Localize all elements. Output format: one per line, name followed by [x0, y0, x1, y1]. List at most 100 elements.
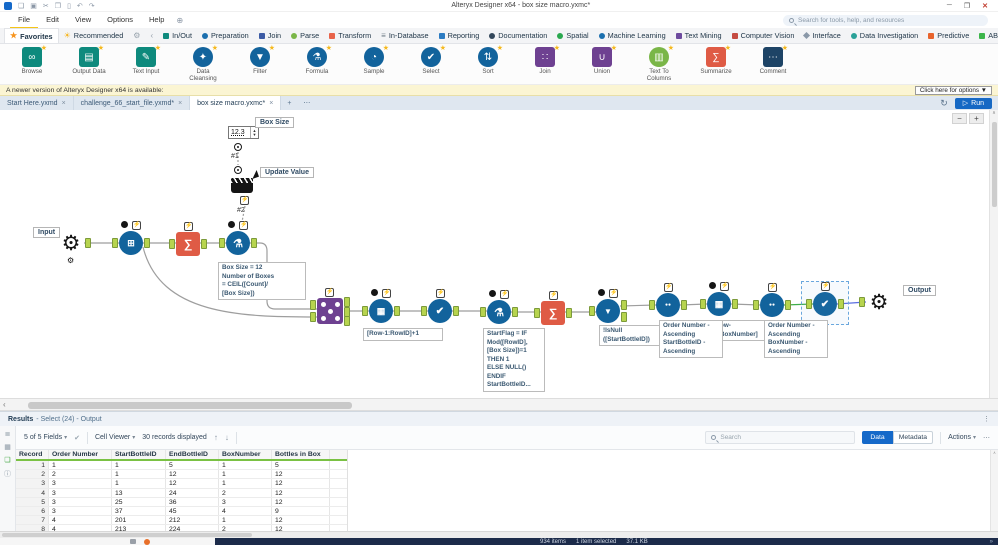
output-anchor[interactable]	[453, 306, 459, 316]
category-tab-join[interactable]: Join	[254, 28, 286, 43]
tab-overflow-button[interactable]: ⋯	[297, 96, 316, 110]
palette-tool-text-input[interactable]: ✎ ★ Text Input	[124, 45, 168, 75]
input-anchor[interactable]	[589, 306, 595, 316]
output-anchor[interactable]	[681, 300, 687, 310]
palette-tool-browse[interactable]: ∞ ★ Browse	[10, 45, 54, 75]
paste-icon[interactable]: ▯	[67, 2, 71, 10]
table-row[interactable]: 5 3 25 36 3 12	[16, 497, 347, 507]
ellipsis-icon[interactable]: ⋯	[983, 434, 990, 442]
canvas-horizontal-scrollbar[interactable]: ‹	[0, 398, 998, 411]
column-header-startbottleid[interactable]: StartBottleID	[112, 450, 166, 459]
input-anchor[interactable]	[421, 306, 427, 316]
palette-tool-text-to-columns[interactable]: ▥ ★ Text To Columns	[637, 45, 681, 82]
menu-options[interactable]: Options	[99, 12, 141, 29]
multi-row-formula-tool-2[interactable]: ⚡ ▦	[700, 282, 738, 316]
copy-icon[interactable]: ❐	[55, 2, 61, 10]
output-anchor[interactable]	[621, 312, 627, 322]
cut-icon[interactable]: ✂	[43, 2, 49, 10]
output-anchor[interactable]	[512, 307, 518, 317]
input-anchor[interactable]	[310, 312, 316, 322]
scroll-up-icon[interactable]: ↑	[214, 433, 218, 442]
input-anchor[interactable]	[753, 300, 759, 310]
scrollbar-thumb[interactable]	[991, 122, 997, 207]
undo-icon[interactable]: ↶	[77, 2, 83, 10]
palette-tool-sample[interactable]: ◔ ★ Sample	[352, 45, 396, 75]
palette-tool-union[interactable]: ∪ ★ Union	[580, 45, 624, 75]
output-anchor[interactable]	[621, 300, 627, 310]
chevrons-right-icon[interactable]: »	[990, 539, 998, 545]
category-tab-machine-learning[interactable]: Machine Learning	[594, 28, 671, 43]
table-row[interactable]: 111515	[16, 461, 347, 471]
palette-tool-data-cleansing[interactable]: ✦ ★ Data Cleansing	[181, 45, 225, 82]
results-search-input[interactable]: Search	[705, 431, 856, 444]
output-anchor[interactable]	[838, 299, 844, 309]
palette-tool-join[interactable]: ∷ ★ Join	[523, 45, 567, 75]
output-anchor[interactable]	[344, 297, 350, 307]
category-tab-computer-vision[interactable]: Computer Vision	[727, 28, 800, 43]
notice-options-button[interactable]: Click here for options ▼	[914, 85, 992, 95]
output-anchor[interactable]	[201, 239, 207, 249]
refresh-icon[interactable]: ↻	[940, 98, 948, 109]
formula-tool-2[interactable]: ⚡ ⚗	[480, 290, 518, 324]
summarize-tool-1[interactable]: ⚡ ∑	[169, 222, 207, 256]
category-tab-parse[interactable]: Parse	[286, 28, 324, 43]
category-tab-preparation[interactable]: Preparation	[197, 28, 254, 43]
sort-tool-1[interactable]: ⚡ ●●	[649, 283, 687, 317]
taskbar-icon[interactable]	[130, 539, 136, 544]
cell-viewer-dropdown[interactable]: Cell Viewer ▾	[95, 434, 135, 441]
palette-tool-comment[interactable]: ⋯ ★ Comment	[751, 45, 795, 75]
scroll-down-icon[interactable]: ↓	[225, 433, 229, 442]
apply-check-icon[interactable]: ✔	[74, 434, 80, 442]
input-anchor[interactable]	[362, 306, 368, 316]
input-anchor[interactable]	[112, 238, 118, 248]
select-tool-1[interactable]: ⚡ ✔	[421, 289, 459, 323]
numeric-updown-value[interactable]: 12.3	[229, 127, 251, 138]
scrollbar-thumb[interactable]	[2, 533, 252, 537]
fields-dropdown[interactable]: 5 of 5 Fields ▾	[24, 434, 67, 441]
info-icon[interactable]: ⓘ	[4, 469, 11, 479]
save-icon[interactable]: ▣	[30, 2, 37, 10]
palette-tool-formula[interactable]: ⚗ ★ Formula	[295, 45, 339, 75]
input-anchor[interactable]	[310, 300, 316, 310]
menu-file[interactable]: File	[10, 12, 39, 29]
maximize-icon[interactable]: ❐	[964, 2, 970, 10]
menu-help[interactable]: Help	[141, 12, 172, 29]
table-horizontal-scrollbar[interactable]	[0, 531, 998, 538]
table-row[interactable]: 3 3 1 12 1 12	[16, 479, 347, 489]
spinner-buttons[interactable]: ▲ ▼	[251, 127, 258, 138]
column-header-bottles-in-box[interactable]: Bottles in Box	[272, 450, 330, 459]
output-anchor[interactable]	[251, 238, 257, 248]
category-tab-interface[interactable]: Interface	[799, 28, 845, 43]
close-tab-icon[interactable]: ×	[62, 100, 66, 107]
browser-icon[interactable]	[144, 538, 150, 545]
minimize-icon[interactable]: ─	[947, 2, 952, 10]
more-options-icon[interactable]: ⋮	[983, 415, 990, 423]
close-icon[interactable]: ✕	[982, 2, 988, 10]
filter-tool[interactable]: ⚡ ▼	[589, 289, 627, 323]
palette-tool-sort[interactable]: ⇅ ★ Sort	[466, 45, 510, 75]
output-anchor[interactable]	[566, 308, 572, 318]
doc-tab-start-here-yxmd[interactable]: Start Here.yxmd ×	[0, 96, 74, 110]
category-tab-transform[interactable]: Transform	[324, 28, 376, 43]
input-anchor[interactable]	[219, 238, 225, 248]
output-anchor[interactable]	[144, 238, 150, 248]
multi-row-formula-tool-1[interactable]: ⚡ ▦	[362, 289, 400, 323]
input-anchor[interactable]	[649, 300, 655, 310]
column-header-boxnumber[interactable]: BoxNumber	[219, 450, 272, 459]
results-table[interactable]: Record Order Number StartBottleID EndBottle…	[16, 450, 348, 531]
input-anchor[interactable]	[534, 308, 540, 318]
scrollbar-thumb[interactable]	[28, 402, 352, 409]
menu-edit[interactable]: Edit	[38, 12, 67, 29]
run-button[interactable]: ▷ Run	[954, 97, 992, 109]
new-tab-button[interactable]: +	[281, 96, 297, 110]
category-tab-spatial[interactable]: Spatial	[552, 28, 593, 43]
question-anchor-1[interactable]	[234, 143, 242, 151]
category-tab-reporting[interactable]: Reporting	[434, 28, 485, 43]
table-row[interactable]: 6 3 37 45 4 9	[16, 506, 347, 517]
category-tab-in-out[interactable]: In/Out	[158, 28, 197, 43]
globe-icon[interactable]: ⊕	[176, 16, 183, 25]
category-tab-recommended[interactable]: ☀ Recommended	[59, 28, 129, 43]
category-tab-in-database[interactable]: ≡ In-Database	[376, 28, 433, 43]
join-tool[interactable]: ⚡	[310, 288, 350, 326]
close-tab-icon[interactable]: ×	[269, 100, 273, 107]
